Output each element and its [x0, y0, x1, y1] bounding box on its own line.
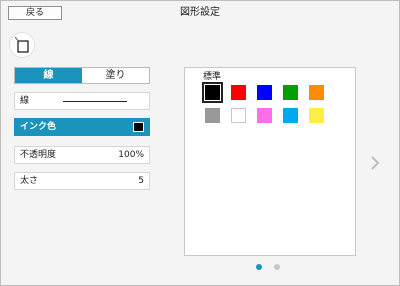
swatch-yellow[interactable]	[309, 108, 324, 123]
page-indicator	[256, 264, 286, 272]
palette-label: 標準	[203, 72, 222, 82]
page-dot[interactable]	[274, 264, 280, 270]
thickness-row[interactable]: 太さ 5	[14, 172, 150, 190]
swatch-gray[interactable]	[205, 108, 220, 123]
next-page-arrow-icon[interactable]	[369, 155, 381, 171]
ink-color-swatch	[133, 122, 144, 132]
page-dot[interactable]	[256, 264, 262, 270]
swatch-orange[interactable]	[309, 85, 324, 100]
ink-color-label: インク色	[20, 122, 57, 132]
tab-line[interactable]: 線	[15, 68, 82, 83]
page-title: 図形設定	[180, 7, 220, 18]
line-style-sample	[63, 101, 127, 102]
line-style-row[interactable]: 線	[14, 92, 150, 110]
tab-fill[interactable]: 塗り	[82, 68, 149, 83]
shape-preview-icon	[9, 32, 35, 58]
color-palette-panel: 標準	[184, 67, 356, 256]
opacity-row[interactable]: 不透明度 100%	[14, 146, 150, 164]
ink-color-row[interactable]: インク色	[14, 118, 150, 136]
swatch-white[interactable]	[231, 108, 246, 123]
line-style-label: 線	[20, 96, 30, 106]
opacity-label: 不透明度	[20, 150, 57, 160]
swatch-sky-blue[interactable]	[283, 108, 298, 123]
swatch-pink[interactable]	[257, 108, 272, 123]
thickness-value: 5	[138, 176, 144, 186]
header-bar: 戻る 図形設定	[0, 0, 400, 26]
swatch-red[interactable]	[231, 85, 246, 100]
thickness-label: 太さ	[20, 176, 39, 186]
line-fill-tabs: 線 塗り	[14, 67, 150, 84]
swatch-black[interactable]	[202, 82, 223, 103]
swatch-blue[interactable]	[257, 85, 272, 100]
opacity-value: 100%	[118, 150, 144, 160]
swatch-green[interactable]	[283, 85, 298, 100]
